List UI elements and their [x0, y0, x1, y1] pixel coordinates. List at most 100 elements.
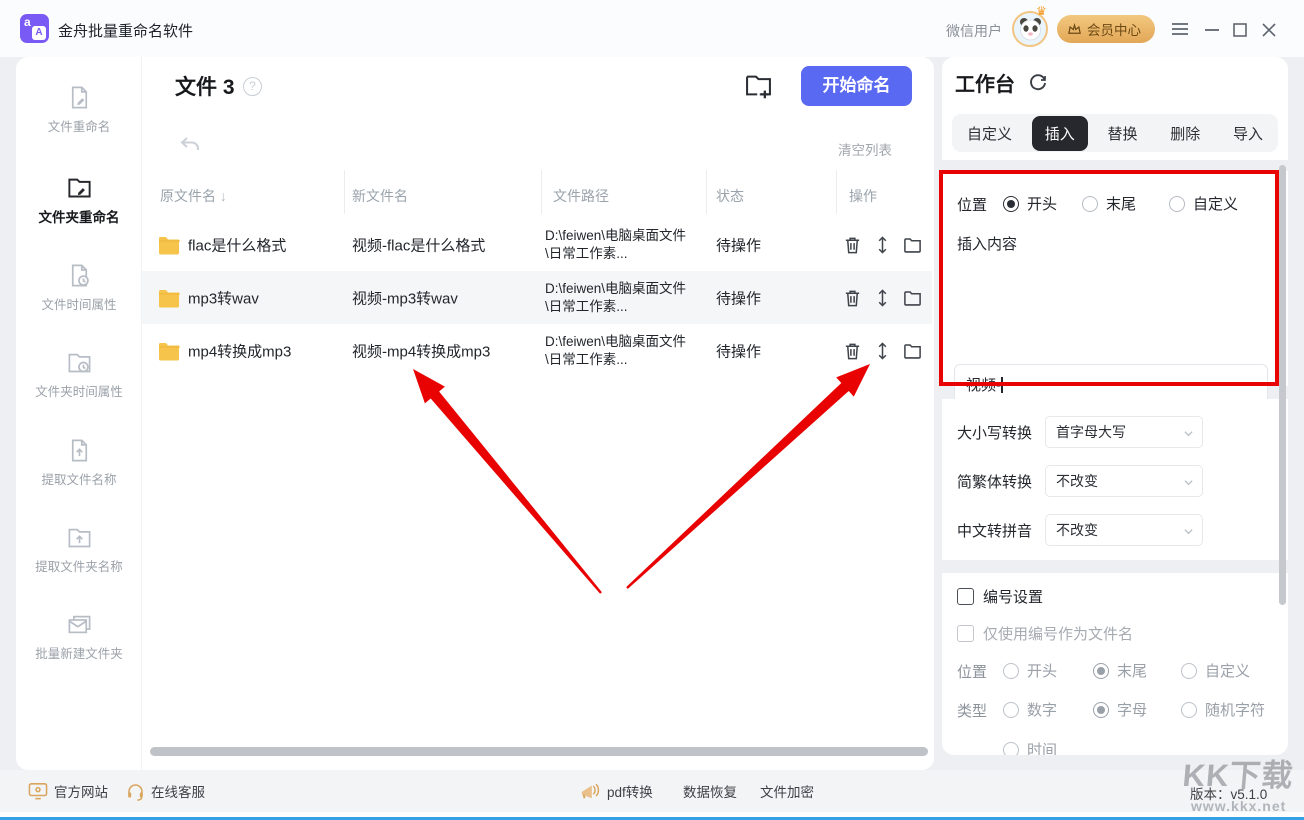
add-folder-button[interactable]	[742, 69, 776, 103]
help-icon[interactable]: ?	[243, 77, 262, 96]
open-location-button[interactable]	[903, 235, 922, 254]
sidebar-item-extract-folder-name[interactable]: 提取文件夹名称	[16, 524, 142, 575]
numbering-checkbox[interactable]: 编号设置	[957, 586, 1043, 607]
column-header-actions[interactable]: 操作	[849, 186, 877, 206]
selected-value: 不改变	[1056, 522, 1098, 538]
case-convert-select[interactable]: 首字母大写	[1045, 416, 1203, 448]
delete-row-button[interactable]	[843, 288, 862, 307]
radio-number-position-start[interactable]: 开头	[1003, 660, 1057, 681]
folder-icon	[158, 235, 180, 254]
original-name: mp4转换成mp3	[188, 340, 291, 361]
column-header-new[interactable]: 新文件名	[352, 186, 408, 206]
sidebar-item-folder-time[interactable]: 文件夹时间属性	[16, 349, 142, 400]
folder-extract-icon	[66, 524, 93, 551]
column-header-path[interactable]: 文件路径	[553, 186, 609, 206]
radio-number-position-custom[interactable]: 自定义	[1181, 660, 1250, 681]
close-button[interactable]	[1261, 22, 1279, 38]
maximize-button[interactable]	[1233, 23, 1251, 39]
table-row[interactable]: flac是什么格式 视频-flac是什么格式 D:\feiwen\电脑桌面文件\…	[142, 218, 932, 271]
sidebar-item-label: 文件夹重命名	[16, 206, 142, 226]
tab-delete[interactable]: 删除	[1157, 116, 1213, 151]
radio-number-type-digit[interactable]: 数字	[1003, 699, 1057, 720]
status-badge: 待操作	[716, 340, 761, 361]
radio-number-type-letter[interactable]: 字母	[1093, 699, 1147, 720]
open-location-button[interactable]	[903, 341, 922, 360]
trash-icon	[843, 288, 862, 307]
delete-row-button[interactable]	[843, 341, 862, 360]
original-name: mp3转wav	[188, 287, 259, 308]
column-header-status[interactable]: 状态	[716, 186, 744, 206]
undo-button[interactable]	[178, 133, 202, 157]
refresh-button[interactable]	[1028, 73, 1048, 93]
data-recovery-link[interactable]: 数据恢复	[683, 770, 737, 812]
sidebar-item-file-time[interactable]: 文件时间属性	[16, 262, 142, 313]
transform-section: 大小写转换 首字母大写 简繁体转换 不改变 中文转拼音 不改变	[942, 399, 1288, 560]
simplified-traditional-label: 简繁体转换	[957, 471, 1032, 492]
status-badge: 待操作	[716, 287, 761, 308]
clear-list-button[interactable]: 清空列表	[838, 139, 892, 159]
folder-icon	[158, 341, 180, 360]
radio-insert-position-custom[interactable]: 自定义	[1169, 193, 1238, 214]
only-number-checkbox[interactable]: 仅使用编号作为文件名	[957, 623, 1133, 644]
number-position-label: 位置	[957, 661, 987, 682]
position-label: 位置	[957, 194, 987, 215]
official-site-link[interactable]: 官方网站	[28, 770, 108, 812]
sidebar-item-batch-new-folder[interactable]: 批量新建文件夹	[16, 611, 142, 662]
pinyin-select[interactable]: 不改变	[1045, 514, 1203, 546]
minimize-button[interactable]	[1204, 28, 1222, 44]
move-row-button[interactable]	[873, 288, 892, 307]
file-path: D:\feiwen\电脑桌面文件\日常工作素...	[545, 226, 697, 262]
move-row-button[interactable]	[873, 341, 892, 360]
file-encrypt-link[interactable]: 文件加密	[760, 770, 814, 812]
horizontal-scrollbar[interactable]	[150, 747, 928, 756]
radio-number-position-end[interactable]: 末尾	[1093, 660, 1147, 681]
sidebar-item-extract-file-name[interactable]: 提取文件名称	[16, 437, 142, 488]
column-divider	[541, 170, 542, 214]
radio-icon	[1003, 196, 1019, 212]
sidebar-item-file-rename[interactable]: 文件重命名	[16, 84, 142, 135]
app-title: 金舟批量重命名软件	[58, 20, 193, 41]
insert-content-value: 视频-	[966, 377, 1001, 394]
column-header-original[interactable]: 原文件名 ↓	[160, 186, 227, 206]
checkbox-icon	[957, 588, 974, 605]
file-path: D:\feiwen\电脑桌面文件\日常工作素...	[545, 332, 697, 368]
folder-icon	[158, 288, 180, 307]
sidebar-item-label: 提取文件夹名称	[16, 556, 142, 575]
logo-glyph-small: a	[24, 15, 31, 29]
sidebar-item-folder-rename[interactable]: 文件夹重命名	[16, 174, 142, 226]
table-row[interactable]: mp4转换成mp3 视频-mp4转换成mp3 D:\feiwen\电脑桌面文件\…	[142, 324, 932, 377]
open-location-button[interactable]	[903, 288, 922, 307]
tab-insert[interactable]: 插入	[1032, 116, 1088, 151]
vertical-scrollbar[interactable]	[1279, 165, 1286, 605]
tab-replace[interactable]: 替换	[1094, 116, 1150, 151]
version-label: 版本：v5.1.0	[1190, 783, 1267, 803]
start-rename-button[interactable]: 开始命名	[801, 66, 912, 106]
tab-import[interactable]: 导入	[1220, 116, 1276, 151]
number-type-label: 类型	[957, 700, 987, 721]
simplified-traditional-select[interactable]: 不改变	[1045, 465, 1203, 497]
monitor-icon	[28, 782, 48, 800]
open-folder-icon	[903, 288, 922, 307]
radio-icon	[1181, 663, 1197, 679]
move-vertical-icon	[873, 235, 892, 254]
logo-glyph-big: A	[32, 26, 46, 40]
pdf-convert-link[interactable]: pdf转换	[579, 770, 653, 812]
radio-insert-position-start[interactable]: 开头	[1003, 193, 1057, 214]
move-row-button[interactable]	[873, 235, 892, 254]
radio-insert-position-end[interactable]: 末尾	[1082, 193, 1136, 214]
delete-row-button[interactable]	[843, 235, 862, 254]
status-badge: 待操作	[716, 234, 761, 255]
radio-icon	[1169, 196, 1185, 212]
online-support-link[interactable]: 在线客服	[126, 770, 205, 812]
radio-icon	[1003, 663, 1019, 679]
text-caret	[1001, 377, 1003, 393]
radio-number-type-time[interactable]: 时间	[1003, 739, 1057, 755]
menu-button[interactable]	[1171, 21, 1189, 37]
chevron-down-icon	[1184, 478, 1193, 487]
workbench-header-section: 工作台 自定义 插入 替换 删除 导入	[942, 57, 1288, 160]
tab-custom[interactable]: 自定义	[954, 116, 1025, 151]
member-center-button[interactable]: 会员中心	[1057, 15, 1155, 43]
radio-number-type-random[interactable]: 随机字符	[1181, 699, 1265, 720]
table-row[interactable]: mp3转wav 视频-mp3转wav D:\feiwen\电脑桌面文件\日常工作…	[142, 271, 932, 324]
file-count: 3	[223, 76, 235, 99]
